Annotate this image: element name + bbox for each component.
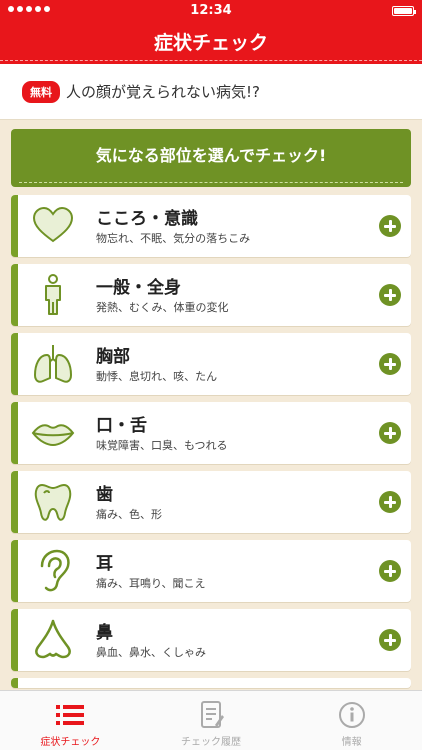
list-item-subtitle: 味覚障害、口臭、もつれる xyxy=(96,439,228,452)
tab-info[interactable]: 情報 xyxy=(281,691,422,750)
list-item-title: こころ・意識 xyxy=(96,209,198,229)
tab-label: 情報 xyxy=(341,737,362,748)
list-item-general[interactable]: 一般・全身 発熱、むくみ、体重の変化 xyxy=(11,264,411,326)
list-item-subtitle: 動悸、息切れ、咳、たん xyxy=(96,370,218,383)
free-badge: 無料 xyxy=(22,80,60,103)
list-item-subtitle: 鼻血、鼻水、くしゃみ xyxy=(96,646,206,659)
ear-icon xyxy=(40,549,70,592)
tab-label: チェック履歴 xyxy=(181,737,241,748)
list-item-chest[interactable]: 胸部 動悸、息切れ、咳、たん xyxy=(11,333,411,395)
list-item-subtitle: 痛み、色、形 xyxy=(96,508,162,521)
lips-icon xyxy=(31,424,75,447)
add-plus-icon[interactable] xyxy=(379,215,401,237)
body-part-list: こころ・意識 物忘れ、不眠、気分の落ちこみ 一般・全身 発熱、むくみ、体重の変化… xyxy=(11,195,411,688)
list-item-title: 耳 xyxy=(96,554,113,574)
promo-banner-text: 人の顔が覚えられない病気!? xyxy=(66,83,260,101)
list-item-title: 鼻 xyxy=(96,623,113,643)
list-item-subtitle: 発熱、むくみ、体重の変化 xyxy=(96,301,229,314)
add-plus-icon[interactable] xyxy=(379,422,401,444)
status-bar: 12:34 xyxy=(0,0,422,22)
list-item-subtitle: 痛み、耳鳴り、聞こえ xyxy=(96,577,206,590)
section-header: 気になる部位を選んでチェック! xyxy=(11,129,411,187)
add-plus-icon[interactable] xyxy=(379,560,401,582)
body-icon xyxy=(45,274,61,315)
list-item-teeth[interactable]: 歯 痛み、色、形 xyxy=(11,471,411,533)
tab-bar: 症状チェック チェック履歴 情報 xyxy=(0,690,422,750)
add-plus-icon[interactable] xyxy=(379,629,401,651)
tab-symptom-check[interactable]: 症状チェック xyxy=(0,691,141,750)
promo-banner[interactable]: 無料 人の顔が覚えられない病気!? xyxy=(0,64,422,120)
tab-check-history[interactable]: チェック履歴 xyxy=(141,691,282,750)
add-plus-icon[interactable] xyxy=(379,491,401,513)
add-plus-icon[interactable] xyxy=(379,284,401,306)
list-item-title: 歯 xyxy=(96,485,113,505)
list-item-next-partial[interactable] xyxy=(11,678,411,688)
list-item-title: 一般・全身 xyxy=(96,278,181,298)
list-item-nose[interactable]: 鼻 鼻血、鼻水、くしゃみ xyxy=(11,609,411,671)
list-item-ear[interactable]: 耳 痛み、耳鳴り、聞こえ xyxy=(11,540,411,602)
list-item-title: 胸部 xyxy=(96,347,130,367)
list-item-mouth[interactable]: 口・舌 味覚障害、口臭、もつれる xyxy=(11,402,411,464)
list-item-title: 口・舌 xyxy=(96,416,147,436)
battery-icon xyxy=(392,6,416,16)
page-title: 症状チェック xyxy=(153,32,268,54)
nose-icon xyxy=(35,619,71,659)
list-icon xyxy=(56,705,85,725)
heart-icon xyxy=(32,206,74,243)
add-plus-icon[interactable] xyxy=(379,353,401,375)
tab-label: 症状チェック xyxy=(40,737,101,748)
info-icon xyxy=(338,702,365,728)
lungs-icon xyxy=(33,345,73,383)
nav-stitch-divider xyxy=(0,60,422,61)
status-time: 12:34 xyxy=(190,3,232,18)
history-icon xyxy=(201,701,224,728)
tooth-icon xyxy=(34,483,72,521)
list-item-subtitle: 物忘れ、不眠、気分の落ちこみ xyxy=(96,232,251,245)
nav-bar: 症状チェック xyxy=(0,22,422,64)
list-item-mind[interactable]: こころ・意識 物忘れ、不眠、気分の落ちこみ xyxy=(11,195,411,257)
section-title: 気になる部位を選んでチェック! xyxy=(95,146,327,165)
section-stitch-divider xyxy=(19,182,403,183)
